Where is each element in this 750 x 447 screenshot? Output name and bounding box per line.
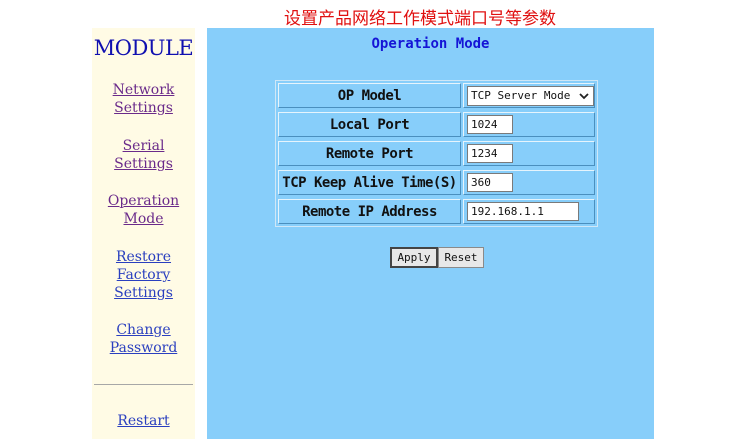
brand-title: MODULE (93, 36, 194, 60)
nav-operation-mode[interactable]: Operation Mode (92, 192, 195, 228)
remote-port-label: Remote Port (278, 141, 461, 166)
nav-restart[interactable]: Restart (92, 412, 195, 430)
apply-button[interactable]: Apply (390, 247, 438, 268)
row-remote-port: Remote Port 1234 (278, 141, 595, 168)
op-model-label: OP Model (278, 83, 461, 108)
local-port-cell: 1024 (463, 112, 595, 137)
sidebar: MODULE Network Settings Serial Settings … (92, 28, 195, 439)
local-port-input[interactable]: 1024 (467, 115, 513, 134)
row-remote-ip: Remote IP Address 192.168.1.1 (278, 199, 595, 226)
sidebar-divider (94, 384, 193, 385)
remote-ip-input[interactable]: 192.168.1.1 (467, 202, 579, 221)
keep-alive-cell: 360 (463, 170, 595, 195)
nav-serial-settings[interactable]: Serial Settings (92, 137, 195, 173)
keep-alive-label: TCP Keep Alive Time(S) (278, 170, 461, 195)
chevron-down-icon (579, 93, 589, 100)
local-port-label: Local Port (278, 112, 461, 137)
page-title: Operation Mode (371, 36, 490, 52)
row-local-port: Local Port 1024 (278, 112, 595, 139)
op-model-cell: TCP Server Mode (463, 83, 595, 108)
op-model-select[interactable]: TCP Server Mode (467, 86, 594, 106)
keep-alive-input[interactable]: 360 (467, 173, 513, 192)
remote-ip-label: Remote IP Address (278, 199, 461, 224)
op-model-select-value: TCP Server Mode (471, 89, 571, 102)
nav-restore-factory-settings[interactable]: Restore Factory Settings (92, 248, 195, 302)
remote-ip-cell: 192.168.1.1 (463, 199, 595, 224)
nav-network-settings[interactable]: Network Settings (92, 81, 195, 117)
page-banner: 设置产品网络工作模式端口号等参数 (284, 9, 556, 29)
reset-button[interactable]: Reset (438, 247, 484, 268)
row-keep-alive: TCP Keep Alive Time(S) 360 (278, 170, 595, 197)
remote-port-input[interactable]: 1234 (467, 144, 513, 163)
settings-table: OP Model TCP Server Mode Local Port 1024… (275, 80, 598, 227)
main-panel: Operation Mode OP Model TCP Server Mode … (207, 28, 654, 439)
remote-port-cell: 1234 (463, 141, 595, 166)
nav-change-password[interactable]: Change Password (92, 321, 195, 357)
row-op-model: OP Model TCP Server Mode (278, 83, 595, 110)
